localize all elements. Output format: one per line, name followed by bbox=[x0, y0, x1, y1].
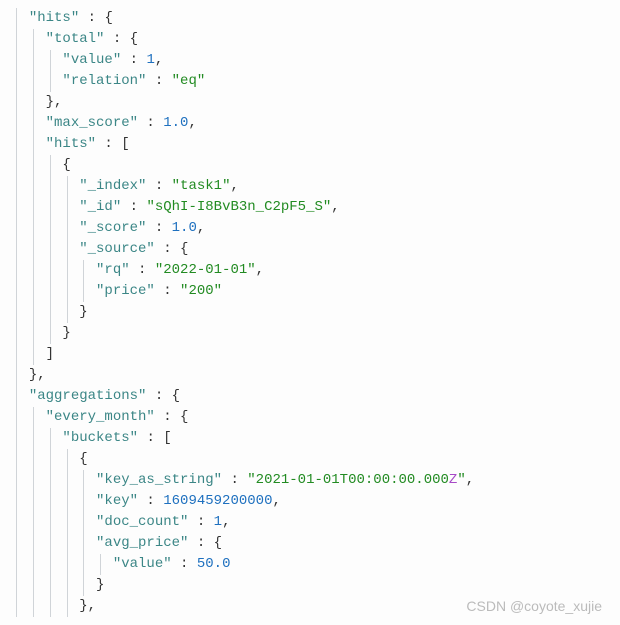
json-string: "2021-01-01T00:00:00.000 bbox=[247, 472, 449, 488]
code-line: "_id" : "sQhI-I8BvB3n_C2pF5_S", bbox=[12, 197, 608, 218]
json-key: "key" bbox=[96, 493, 138, 509]
code-line: "value" : 50.0 bbox=[12, 554, 608, 575]
json-number: 1 bbox=[146, 52, 154, 68]
code-line: "hits" : { bbox=[12, 8, 608, 29]
code-line: ] bbox=[12, 344, 608, 365]
json-key: "value" bbox=[62, 52, 121, 68]
code-line: "price" : "200" bbox=[12, 281, 608, 302]
code-line: "_score" : 1.0, bbox=[12, 218, 608, 239]
code-line: { bbox=[12, 449, 608, 470]
json-key: "value" bbox=[113, 556, 172, 572]
json-code-block: "hits" : { "total" : { "value" : 1, "rel… bbox=[12, 8, 608, 617]
code-line: } bbox=[12, 323, 608, 344]
json-key: "hits" bbox=[29, 10, 79, 26]
code-line: "rq" : "2022-01-01", bbox=[12, 260, 608, 281]
json-key: "hits" bbox=[46, 136, 96, 152]
json-number: 50.0 bbox=[197, 556, 231, 572]
json-key: "_index" bbox=[79, 178, 146, 194]
json-key: "rq" bbox=[96, 262, 130, 278]
code-line: "aggregations" : { bbox=[12, 386, 608, 407]
code-line: "doc_count" : 1, bbox=[12, 512, 608, 533]
code-line: "buckets" : [ bbox=[12, 428, 608, 449]
code-line: "max_score" : 1.0, bbox=[12, 113, 608, 134]
json-number: 1.0 bbox=[163, 115, 188, 131]
code-line: "every_month" : { bbox=[12, 407, 608, 428]
json-key: "buckets" bbox=[62, 430, 138, 446]
code-line: "key_as_string" : "2021-01-01T00:00:00.0… bbox=[12, 470, 608, 491]
code-line: }, bbox=[12, 596, 608, 617]
json-string: "200" bbox=[180, 283, 222, 299]
json-number: 1 bbox=[214, 514, 222, 530]
json-key: "_id" bbox=[79, 199, 121, 215]
json-number: 1609459200000 bbox=[163, 493, 272, 509]
json-key: "_score" bbox=[79, 220, 146, 236]
code-line: }, bbox=[12, 92, 608, 113]
json-string: "sQhI-I8BvB3n_C2pF5_S" bbox=[146, 199, 331, 215]
code-line: "_source" : { bbox=[12, 239, 608, 260]
code-line: "hits" : [ bbox=[12, 134, 608, 155]
json-key: "key_as_string" bbox=[96, 472, 222, 488]
json-key: "total" bbox=[46, 31, 105, 47]
json-string: "2022-01-01" bbox=[155, 262, 256, 278]
json-key: "max_score" bbox=[46, 115, 138, 131]
json-key: "doc_count" bbox=[96, 514, 188, 530]
json-key: "aggregations" bbox=[29, 388, 147, 404]
json-key: "price" bbox=[96, 283, 155, 299]
json-string: "task1" bbox=[172, 178, 231, 194]
json-key: "avg_price" bbox=[96, 535, 188, 551]
code-line: } bbox=[12, 575, 608, 596]
json-number: 1.0 bbox=[172, 220, 197, 236]
code-line: "relation" : "eq" bbox=[12, 71, 608, 92]
code-line: { bbox=[12, 155, 608, 176]
json-key: "_source" bbox=[79, 241, 155, 257]
code-line: }, bbox=[12, 365, 608, 386]
json-key: "every_month" bbox=[46, 409, 155, 425]
code-line: "key" : 1609459200000, bbox=[12, 491, 608, 512]
code-line: "value" : 1, bbox=[12, 50, 608, 71]
json-string: " bbox=[457, 472, 465, 488]
code-line: "total" : { bbox=[12, 29, 608, 50]
code-line: "_index" : "task1", bbox=[12, 176, 608, 197]
json-key: "relation" bbox=[62, 73, 146, 89]
json-string: "eq" bbox=[172, 73, 206, 89]
code-line: } bbox=[12, 302, 608, 323]
code-line: "avg_price" : { bbox=[12, 533, 608, 554]
